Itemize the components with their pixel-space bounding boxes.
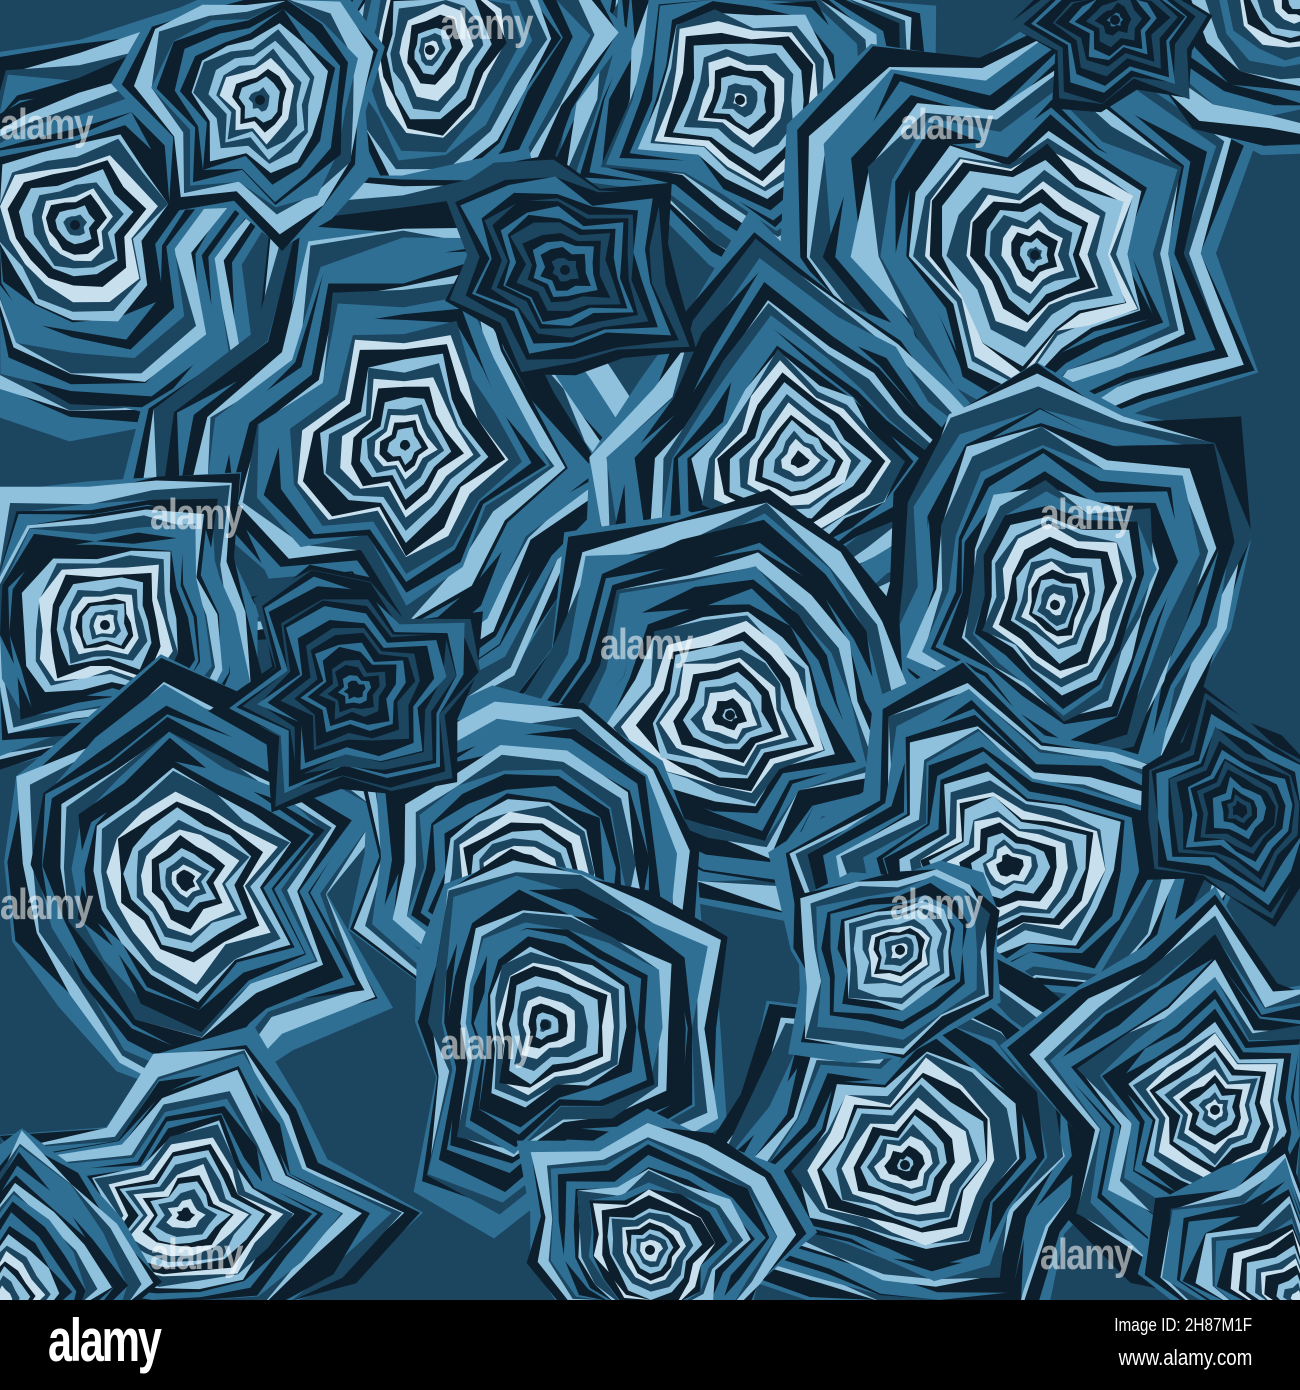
watermark-text: alamy bbox=[440, 1020, 533, 1069]
site-url[interactable]: www.alamy.com bbox=[1118, 1345, 1252, 1371]
agate-core bbox=[350, 685, 360, 695]
agate-core bbox=[1235, 805, 1245, 815]
agate-core bbox=[1050, 600, 1060, 610]
agate-core bbox=[425, 45, 435, 55]
agate-core bbox=[1005, 860, 1015, 870]
watermark-text: alamy bbox=[1040, 490, 1133, 539]
footer-bar: alamy Image ID: 2H87M1F www.alamy.com bbox=[0, 1300, 1300, 1390]
stock-image: alamy alamy alamy alamy alamy alamy alamy alamy… bbox=[0, 0, 1300, 1390]
agate-core bbox=[1210, 1105, 1220, 1115]
agate-core bbox=[1030, 250, 1040, 260]
watermark-text: alamy bbox=[0, 880, 93, 929]
image-id: Image ID: 2H87M1F bbox=[1114, 1315, 1252, 1335]
agate-core bbox=[645, 1245, 655, 1255]
watermark-text: alamy bbox=[440, 0, 533, 49]
agate-core bbox=[180, 1210, 190, 1220]
agate-core bbox=[100, 620, 110, 630]
watermark-text: alamy bbox=[890, 880, 983, 929]
watermark-text: alamy bbox=[1040, 1230, 1133, 1279]
agate-core bbox=[895, 945, 905, 955]
agate-core bbox=[900, 1160, 910, 1170]
agate-core bbox=[70, 220, 80, 230]
agate-core bbox=[560, 265, 570, 275]
watermark-text: alamy bbox=[150, 1230, 243, 1279]
agate-core bbox=[180, 875, 190, 885]
agate-core bbox=[540, 1020, 550, 1030]
watermark-text: alamy bbox=[0, 100, 93, 149]
agate-core bbox=[735, 95, 745, 105]
agate-core bbox=[1110, 15, 1120, 25]
agate-core bbox=[725, 710, 735, 720]
agate-core bbox=[255, 95, 265, 105]
agate-core bbox=[400, 440, 410, 450]
watermark-text: alamy bbox=[150, 490, 243, 539]
alamy-logo: alamy bbox=[48, 1307, 162, 1374]
watermark-text: alamy bbox=[900, 100, 993, 149]
agate-core bbox=[795, 455, 805, 465]
watermark-text: alamy bbox=[600, 620, 693, 669]
